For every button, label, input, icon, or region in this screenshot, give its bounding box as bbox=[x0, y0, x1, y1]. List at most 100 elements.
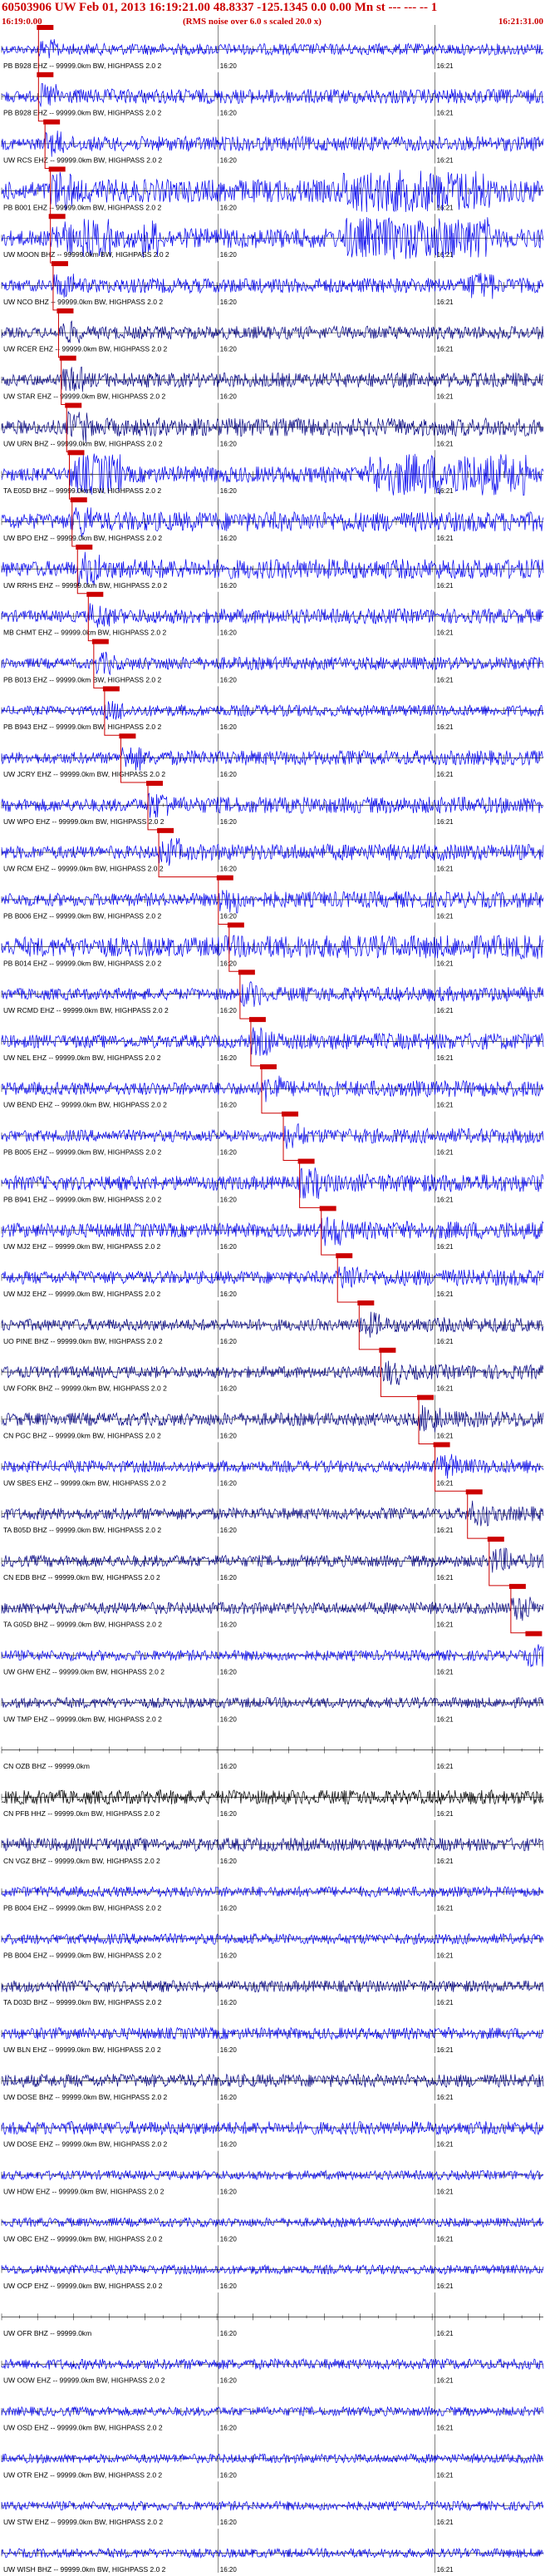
trace-row: 16:20 16:21 UW MOON BHZ -- 99999.0km BW, H… bbox=[1, 214, 544, 259]
station-label: UW BPO EHZ -- 99999.0km BW, HIGHPASS 2.0… bbox=[3, 534, 162, 542]
minute-tick-label: 16:20 bbox=[220, 62, 238, 70]
pick-marker bbox=[91, 639, 109, 644]
station-label: CN EDB BHZ -- 99999.0km BW, HIGHPASS 2.0… bbox=[3, 1573, 160, 1582]
pick-marker bbox=[319, 1206, 336, 1212]
waveform-trace bbox=[1, 837, 544, 866]
trace-row: 16:20 16:21 UW STW EHZ -- 99999.0km BW, HI… bbox=[1, 2481, 544, 2526]
pick-marker bbox=[37, 25, 54, 30]
station-label: UW RCS EHZ -- 99999.0km BW, HIGHPASS 2.0… bbox=[3, 155, 162, 164]
trace-row: 16:20 16:21 PB B004 EHZ -- 99999.0km BW, H… bbox=[1, 1867, 544, 1912]
pick-marker bbox=[43, 119, 61, 125]
station-label: PB B013 EHZ -- 99999.0km BW, HIGHPASS 2.… bbox=[3, 675, 161, 683]
trace-row: 16:20 16:21 UW RRHS EHZ -- 99999.0km BW, H… bbox=[1, 544, 544, 590]
trace-row: 16:20 16:21 PB B014 EHZ -- 99999.0km BW, H… bbox=[1, 922, 544, 967]
minute-tick-label: 16:21 bbox=[437, 676, 454, 683]
trace-row: 16:20 16:21 UW JCRY EHZ -- 99999.0km BW, H… bbox=[1, 733, 544, 778]
minute-tick-label: 16:21 bbox=[437, 1952, 454, 1959]
minute-tick-label: 16:20 bbox=[220, 2094, 238, 2101]
trace-row: 16:20 16:21 UW TMP EHZ -- 99999.0km BW, HI… bbox=[1, 1678, 544, 1723]
trace-row: 16:20 16:21 UW NEL EHZ -- 99999.0km BW, HI… bbox=[1, 1017, 544, 1062]
trace-row: 16:20 16:21 UW DOSE BHZ -- 99999.0km BW, H… bbox=[1, 2056, 544, 2101]
minute-tick-label: 16:21 bbox=[437, 2566, 454, 2574]
minute-tick-label: 16:20 bbox=[220, 393, 238, 401]
waveform-trace bbox=[1, 82, 544, 107]
minute-tick-label: 16:21 bbox=[437, 62, 454, 70]
minute-tick-label: 16:21 bbox=[437, 1810, 454, 1818]
seismogram-plot: 16:20 16:21 PB B928 EHZ -- 99999.0km BW, H… bbox=[1, 25, 544, 2574]
trace-row: 16:20 16:21 UW MJ2 EHZ -- 99999.0km BW, HI… bbox=[1, 1253, 544, 1298]
station-label: TA E05D BHZ -- 99999.0km BW, HIGHPASS 2.… bbox=[3, 486, 161, 495]
station-label: UW HDW EHZ -- 99999.0km BW, HIGHPASS 2.0… bbox=[3, 2187, 164, 2195]
minute-tick-label: 16:21 bbox=[437, 818, 454, 826]
minute-tick-label: 16:20 bbox=[220, 1149, 238, 1157]
station-label: PB B005 EHZ -- 99999.0km BW, HIGHPASS 2.… bbox=[3, 1148, 161, 1157]
minute-tick-label: 16:21 bbox=[437, 1905, 454, 1912]
minute-tick-label: 16:20 bbox=[220, 2188, 238, 2195]
trace-row: 16:20 16:21 UW OTR EHZ -- 99999.0km BW, HI… bbox=[1, 2434, 544, 2479]
waveform-trace bbox=[1, 1596, 544, 1621]
trace-row: 16:20 16:21 UW DOSE EHZ -- 99999.0km BW, H… bbox=[1, 2103, 544, 2149]
minute-tick-label: 16:20 bbox=[220, 960, 238, 967]
minute-tick-label: 16:20 bbox=[220, 440, 238, 447]
pick-marker bbox=[465, 1489, 483, 1495]
station-label: PB B941 EHZ -- 99999.0km BW, HIGHPASS 2.… bbox=[3, 1195, 161, 1203]
trace-row: 16:20 16:21 UW OBC EHZ -- 99999.0km BW, HI… bbox=[1, 2198, 544, 2243]
minute-tick-label: 16:20 bbox=[220, 2282, 238, 2290]
minute-tick-label: 16:21 bbox=[437, 866, 454, 873]
trace-row: 16:20 16:21 UO PINE BHZ -- 99999.0km BW, H… bbox=[1, 1300, 544, 1345]
station-label: CN PGC BHZ -- 99999.0km BW, HIGHPASS 2.0… bbox=[3, 1431, 161, 1439]
minute-tick-label: 16:20 bbox=[220, 1621, 238, 1629]
trace-row: 16:20 16:21 UW WISH BHZ -- 99999.0km BW, H… bbox=[1, 2529, 544, 2574]
minute-tick-label: 16:20 bbox=[220, 1479, 238, 1487]
pick-marker bbox=[259, 1063, 277, 1069]
minute-tick-label: 16:20 bbox=[220, 1527, 238, 1534]
trace-row: 16:20 16:21 MB CHMT EHZ -- 99999.0km BW, H… bbox=[1, 591, 544, 637]
station-label: PB B004 EHZ -- 99999.0km BW, HIGHPASS 2.… bbox=[3, 1904, 161, 1912]
minute-tick-label: 16:21 bbox=[437, 251, 454, 259]
station-label: UW OOW EHZ -- 99999.0km BW, HIGHPASS 2.0… bbox=[3, 2376, 165, 2385]
minute-tick-label: 16:20 bbox=[220, 299, 238, 306]
minute-tick-label: 16:21 bbox=[437, 1763, 454, 1770]
trace-row: 16:20 16:21 UW GHW EHZ -- 99999.0km BW, HI… bbox=[1, 1631, 544, 1676]
minute-tick-label: 16:20 bbox=[220, 2519, 238, 2526]
station-label: UW WPO EHZ -- 99999.0km BW, HIGHPASS 2.0… bbox=[3, 817, 164, 826]
minute-tick-label: 16:20 bbox=[220, 2330, 238, 2337]
station-label: UW NEL EHZ -- 99999.0km BW, HIGHPASS 2.0… bbox=[3, 1054, 161, 1062]
minute-tick-label: 16:21 bbox=[437, 1054, 454, 1062]
minute-tick-label: 16:21 bbox=[437, 1149, 454, 1157]
minute-tick-label: 16:21 bbox=[437, 535, 454, 542]
pick-marker bbox=[37, 72, 54, 77]
station-label: PB B004 EHZ -- 99999.0km BW, HIGHPASS 2.… bbox=[3, 1951, 161, 1959]
station-label: UW GHW EHZ -- 99999.0km BW, HIGHPASS 2.0… bbox=[3, 1668, 164, 1676]
minute-tick-label: 16:21 bbox=[437, 1479, 454, 1487]
station-label: UW SBES EHZ -- 99999.0km BW, HIGHPASS 2.… bbox=[3, 1478, 166, 1487]
minute-tick-label: 16:20 bbox=[220, 1810, 238, 1818]
pick-marker bbox=[227, 922, 244, 928]
trace-row: 16:20 16:21 CN OZB BHZ -- 99999.0km bbox=[1, 1725, 543, 1770]
minute-tick-label: 16:20 bbox=[220, 1905, 238, 1912]
pick-marker bbox=[102, 686, 120, 692]
pick-marker bbox=[59, 355, 76, 361]
minute-tick-label: 16:20 bbox=[220, 1574, 238, 1582]
trace-row: 16:20 16:21 UW RCER EHZ -- 99999.0km BW, H… bbox=[1, 308, 544, 353]
minute-tick-label: 16:20 bbox=[220, 2235, 238, 2243]
minute-tick-label: 16:20 bbox=[220, 535, 238, 542]
minute-tick-label: 16:21 bbox=[437, 299, 454, 306]
pick-marker bbox=[146, 781, 164, 787]
trace-row: 16:20 16:21 UW SBES EHZ -- 99999.0km BW, H… bbox=[1, 1442, 544, 1487]
minute-tick-label: 16:20 bbox=[220, 582, 238, 590]
minute-tick-label: 16:21 bbox=[437, 2519, 454, 2526]
station-label: TA G05D BHZ -- 99999.0km BW, HIGHPASS 2.… bbox=[3, 1621, 162, 1629]
minute-tick-label: 16:21 bbox=[437, 1385, 454, 1393]
minute-tick-label: 16:20 bbox=[220, 1054, 238, 1062]
minute-tick-label: 16:21 bbox=[437, 346, 454, 353]
waveform-trace bbox=[1, 700, 544, 720]
pick-marker bbox=[336, 1253, 353, 1259]
trace-row: 16:20 16:21 UW HDW EHZ -- 99999.0km BW, HI… bbox=[1, 2150, 544, 2195]
station-label: PB B928 EHZ -- 99999.0km BW, HIGHPASS 2.… bbox=[3, 62, 161, 70]
minute-tick-label: 16:21 bbox=[437, 2046, 454, 2054]
minute-tick-label: 16:21 bbox=[437, 1432, 454, 1439]
station-label: UW URN BHZ -- 99999.0km BW, HIGHPASS 2.0… bbox=[3, 439, 163, 447]
minute-tick-label: 16:20 bbox=[220, 1243, 238, 1251]
minute-tick-label: 16:20 bbox=[220, 1952, 238, 1959]
